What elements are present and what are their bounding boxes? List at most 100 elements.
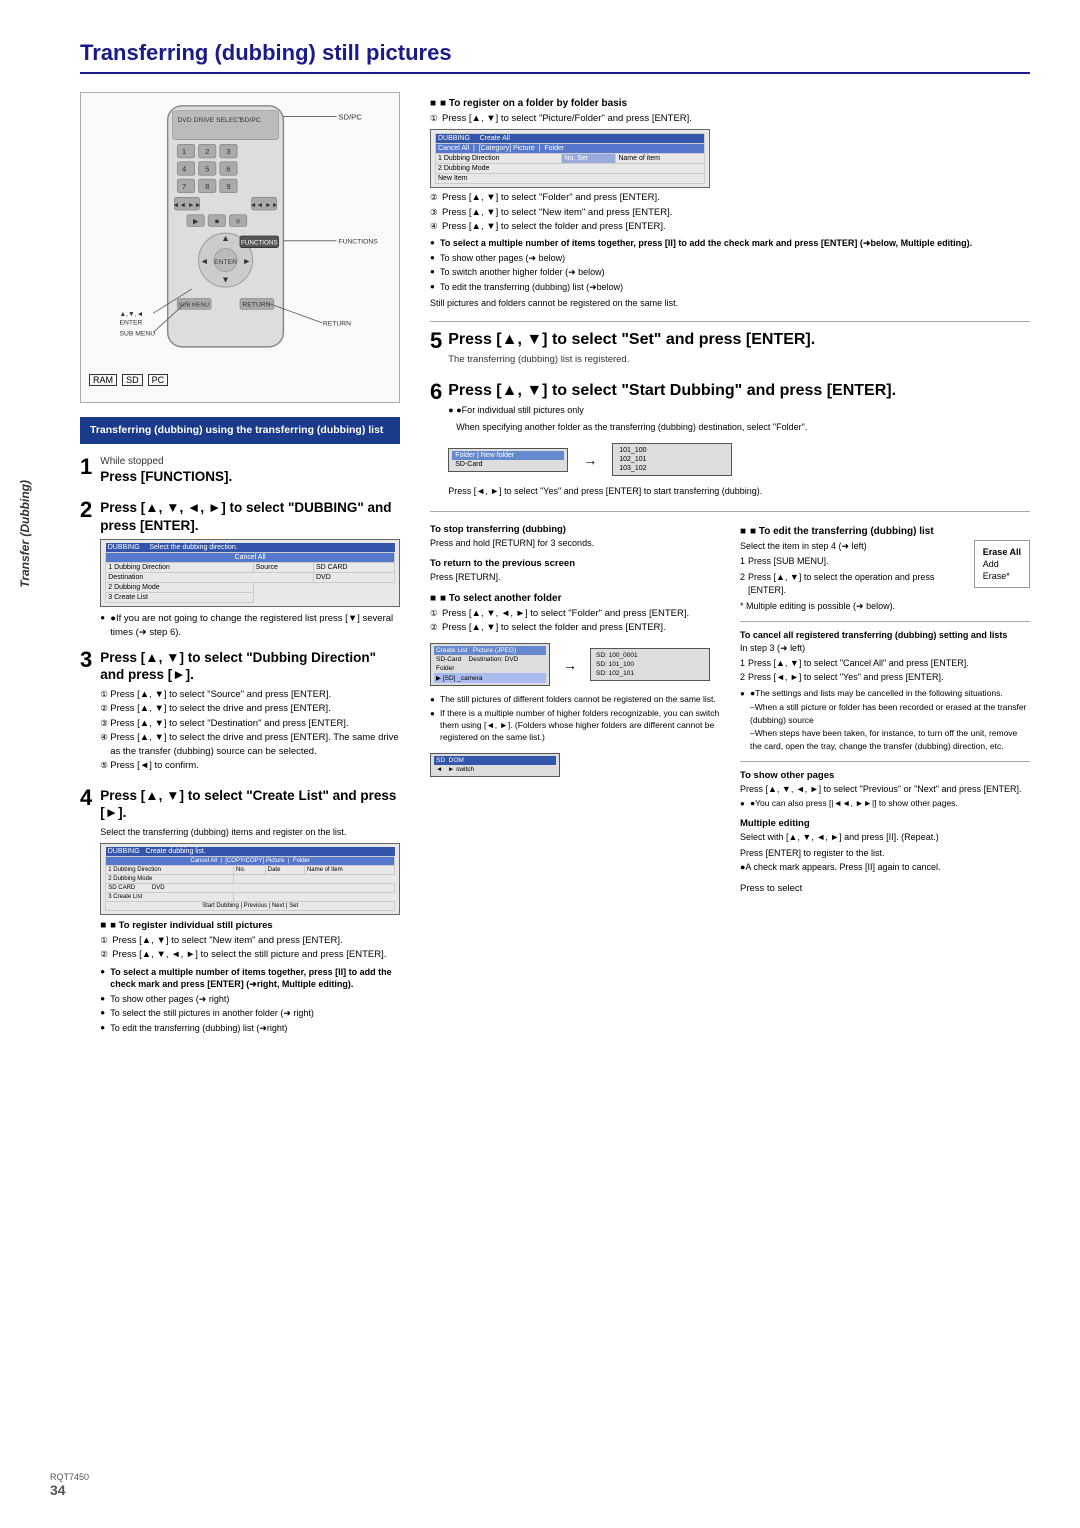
fbf-item-3: Press [▲, ▼] to select "New item" and pr… <box>430 206 1030 220</box>
reg-note-3: To select the still pictures in another … <box>100 1007 400 1020</box>
step-2-screen: DUBBING Select the dubbing direction. Ca… <box>100 539 400 607</box>
svg-text:▲: ▲ <box>221 233 230 243</box>
reg-note-2: To show other pages (➜ right) <box>100 993 400 1006</box>
saf-item-1: Press [▲, ▼, ◄, ►] to select "Folder" an… <box>430 607 720 621</box>
cancel-all-title: To cancel all registered transferring (d… <box>740 630 1030 640</box>
fbf-note-3: To switch another higher folder (➜ below… <box>430 266 1030 279</box>
saf-screen-right: SD: 100_0001 SD: 101_100 SD: 102_101 <box>590 648 710 681</box>
saf-screen2-inner: SD DOM ◄ ► switch <box>430 753 560 777</box>
return-desc: Press [RETURN]. <box>430 571 720 585</box>
step-2-number: 2 <box>80 499 92 521</box>
fbf-note-4: To edit the transferring (dubbing) list … <box>430 281 1030 294</box>
svg-text:6: 6 <box>226 164 230 173</box>
cancel-note: ●The settings and lists may be cancelled… <box>740 688 1030 700</box>
svg-text:FUNCTIONS: FUNCTIONS <box>241 240 277 247</box>
edit-list-section: ■ To edit the transferring (dubbing) lis… <box>740 526 1030 614</box>
press-to-select: Press to select <box>740 883 1030 894</box>
reg-item-2: Press [▲, ▼, ◄, ►] to select the still p… <box>100 948 400 962</box>
page-title: Transferring (dubbing) still pictures <box>80 40 1030 74</box>
svg-text:SUB MENU: SUB MENU <box>119 330 155 337</box>
cancel-all-intro: In step 3 (➜ left) <box>740 642 1030 656</box>
step-4-title: Press [▲, ▼] to select "Create List" and… <box>100 787 400 822</box>
model-code: RQT7450 <box>50 1472 89 1482</box>
svg-text:8: 8 <box>205 182 209 191</box>
folder-by-folder-title: ■ To register on a folder by folder basi… <box>430 98 1030 109</box>
stop-transferring: To stop transferring (dubbing) Press and… <box>430 524 720 551</box>
reg-note-4: To edit the transferring (dubbing) list … <box>100 1022 400 1035</box>
step-3-title: Press [▲, ▼] to select "Dubbing Directio… <box>100 649 400 684</box>
lower-sections: To stop transferring (dubbing) Press and… <box>430 520 1030 894</box>
page-footer: RQT7450 34 <box>50 1472 89 1498</box>
svg-text:1: 1 <box>182 147 186 156</box>
blue-box-heading: Transferring (dubbing) using the transfe… <box>80 417 400 444</box>
show-pages-note: ●You can also press [|◄◄, ►►|] to show o… <box>740 798 1030 810</box>
step-2-content: Press [▲, ▼, ◄, ►] to select "DUBBING" a… <box>100 499 400 639</box>
divider-3 <box>740 621 1030 622</box>
svg-text:◄: ◄ <box>200 256 209 266</box>
svg-text:▼: ▼ <box>221 274 230 284</box>
show-other-pages: To show other pages Press [▲, ▼, ◄, ►] t… <box>740 770 1030 810</box>
svg-text:ENTER: ENTER <box>214 259 237 266</box>
step-3-content: Press [▲, ▼] to select "Dubbing Directio… <box>100 649 400 777</box>
multi-edit-desc: Select with [▲, ▼, ◄, ►] and press [II].… <box>740 831 1030 845</box>
edit-note: * Multiple editing is possible (➜ below)… <box>740 600 1030 614</box>
step-6-note: ●For individual still pictures only <box>448 404 1030 418</box>
multiple-editing: Multiple editing Select with [▲, ▼, ◄, ►… <box>740 818 1030 875</box>
svg-text:■: ■ <box>215 218 219 225</box>
return-title: To return to the previous screen <box>430 558 720 569</box>
ram-badge: RAM <box>89 374 117 386</box>
step-3-list: Press [▲, ▼] to select "Source" and pres… <box>100 688 400 774</box>
pc-badge: PC <box>148 374 169 386</box>
edit-item-2: Press [▲, ▼] to select the operation and… <box>740 571 1030 598</box>
step-5-number: 5 <box>430 330 442 352</box>
svg-text:▶: ▶ <box>193 218 199 225</box>
fbf-footer: Still pictures and folders cannot be reg… <box>430 297 1030 311</box>
step-3-item-5: Press [◄] to confirm. <box>100 759 400 773</box>
divider-1 <box>430 321 1030 322</box>
multi-edit-item-2: ●A check mark appears. Press [II] again … <box>740 861 1030 875</box>
step-6-folder-note: When specifying another folder as the tr… <box>456 421 1030 435</box>
fbf-item-2: Press [▲, ▼] to select "Folder" and pres… <box>430 191 1030 205</box>
step-5-desc: The transferring (dubbing) list is regis… <box>448 354 1030 365</box>
side-label: Transfer (Dubbing) <box>18 480 32 588</box>
saf-arrow: → <box>563 657 577 673</box>
step-3-item-3: Press [▲, ▼] to select "Destination" and… <box>100 717 400 731</box>
edit-list-title: ■ To edit the transferring (dubbing) lis… <box>740 526 1030 537</box>
svg-text:▲,▼,◄: ▲,▼,◄ <box>119 311 143 318</box>
step-6-screen-area: Folder | New folder SD-Card → 101_100 10… <box>448 439 1030 480</box>
step-1-number: 1 <box>80 456 92 478</box>
svg-text:3: 3 <box>226 147 230 156</box>
step-1-content: While stopped Press [FUNCTIONS]. <box>100 456 400 490</box>
right-column: ■ To register on a folder by folder basi… <box>430 92 1030 1045</box>
sd-badge: SD <box>122 374 143 386</box>
svg-text:FUNCTIONS: FUNCTIONS <box>338 239 378 246</box>
saf-title: ■ To select another folder <box>430 593 720 604</box>
svg-text:9: 9 <box>226 182 230 191</box>
cancel-item-2: Press [◄, ►] to select "Yes" and press [… <box>740 671 1030 685</box>
svg-text:◄◄ ►►: ◄◄ ►► <box>250 202 279 209</box>
step-3-number: 3 <box>80 649 92 671</box>
saf-item-2: Press [▲, ▼] to select the folder and pr… <box>430 621 720 635</box>
saf-screen-left: Create List Picture (JPEG) SD-Card Desti… <box>430 643 550 686</box>
step-4-content: Press [▲, ▼] to select "Create List" and… <box>100 787 400 1035</box>
step-1-title: Press [FUNCTIONS]. <box>100 468 400 486</box>
remote-diagram-container: DVD DRIVE SELECT SD/PC 1 2 3 4 5 6 <box>80 92 400 403</box>
select-another-folder: ■ To select another folder Press [▲, ▼, … <box>430 593 720 781</box>
step-5: 5 Press [▲, ▼] to select "Set" and press… <box>430 330 1030 369</box>
step-1-label: While stopped <box>100 456 400 467</box>
fbf-note-2: To show other pages (➜ below) <box>430 252 1030 265</box>
divider-4 <box>740 761 1030 762</box>
step-2-title: Press [▲, ▼, ◄, ►] to select "DUBBING" a… <box>100 499 400 534</box>
cancel-all-section: To cancel all registered transferring (d… <box>740 630 1030 752</box>
svg-text:SD/PC: SD/PC <box>338 112 362 121</box>
fbf-screen: DUBBING Create All Cancel All | [Categor… <box>430 129 710 188</box>
step-4-desc: Select the transferring (dubbing) items … <box>100 826 400 840</box>
svg-text:2: 2 <box>205 147 209 156</box>
step-6: 6 Press [▲, ▼] to select "Start Dubbing"… <box>430 381 1030 499</box>
reg-note-1: To select a multiple number of items tog… <box>100 966 400 991</box>
divider-2 <box>430 511 1030 512</box>
step-6-screen-left: Folder | New folder SD-Card <box>448 448 568 472</box>
reg-item-1: Press [▲, ▼] to select "New item" and pr… <box>100 934 400 948</box>
step-2-note: ●If you are not going to change the regi… <box>100 612 400 639</box>
step-6-title: Press [▲, ▼] to select "Start Dubbing" a… <box>448 381 1030 402</box>
